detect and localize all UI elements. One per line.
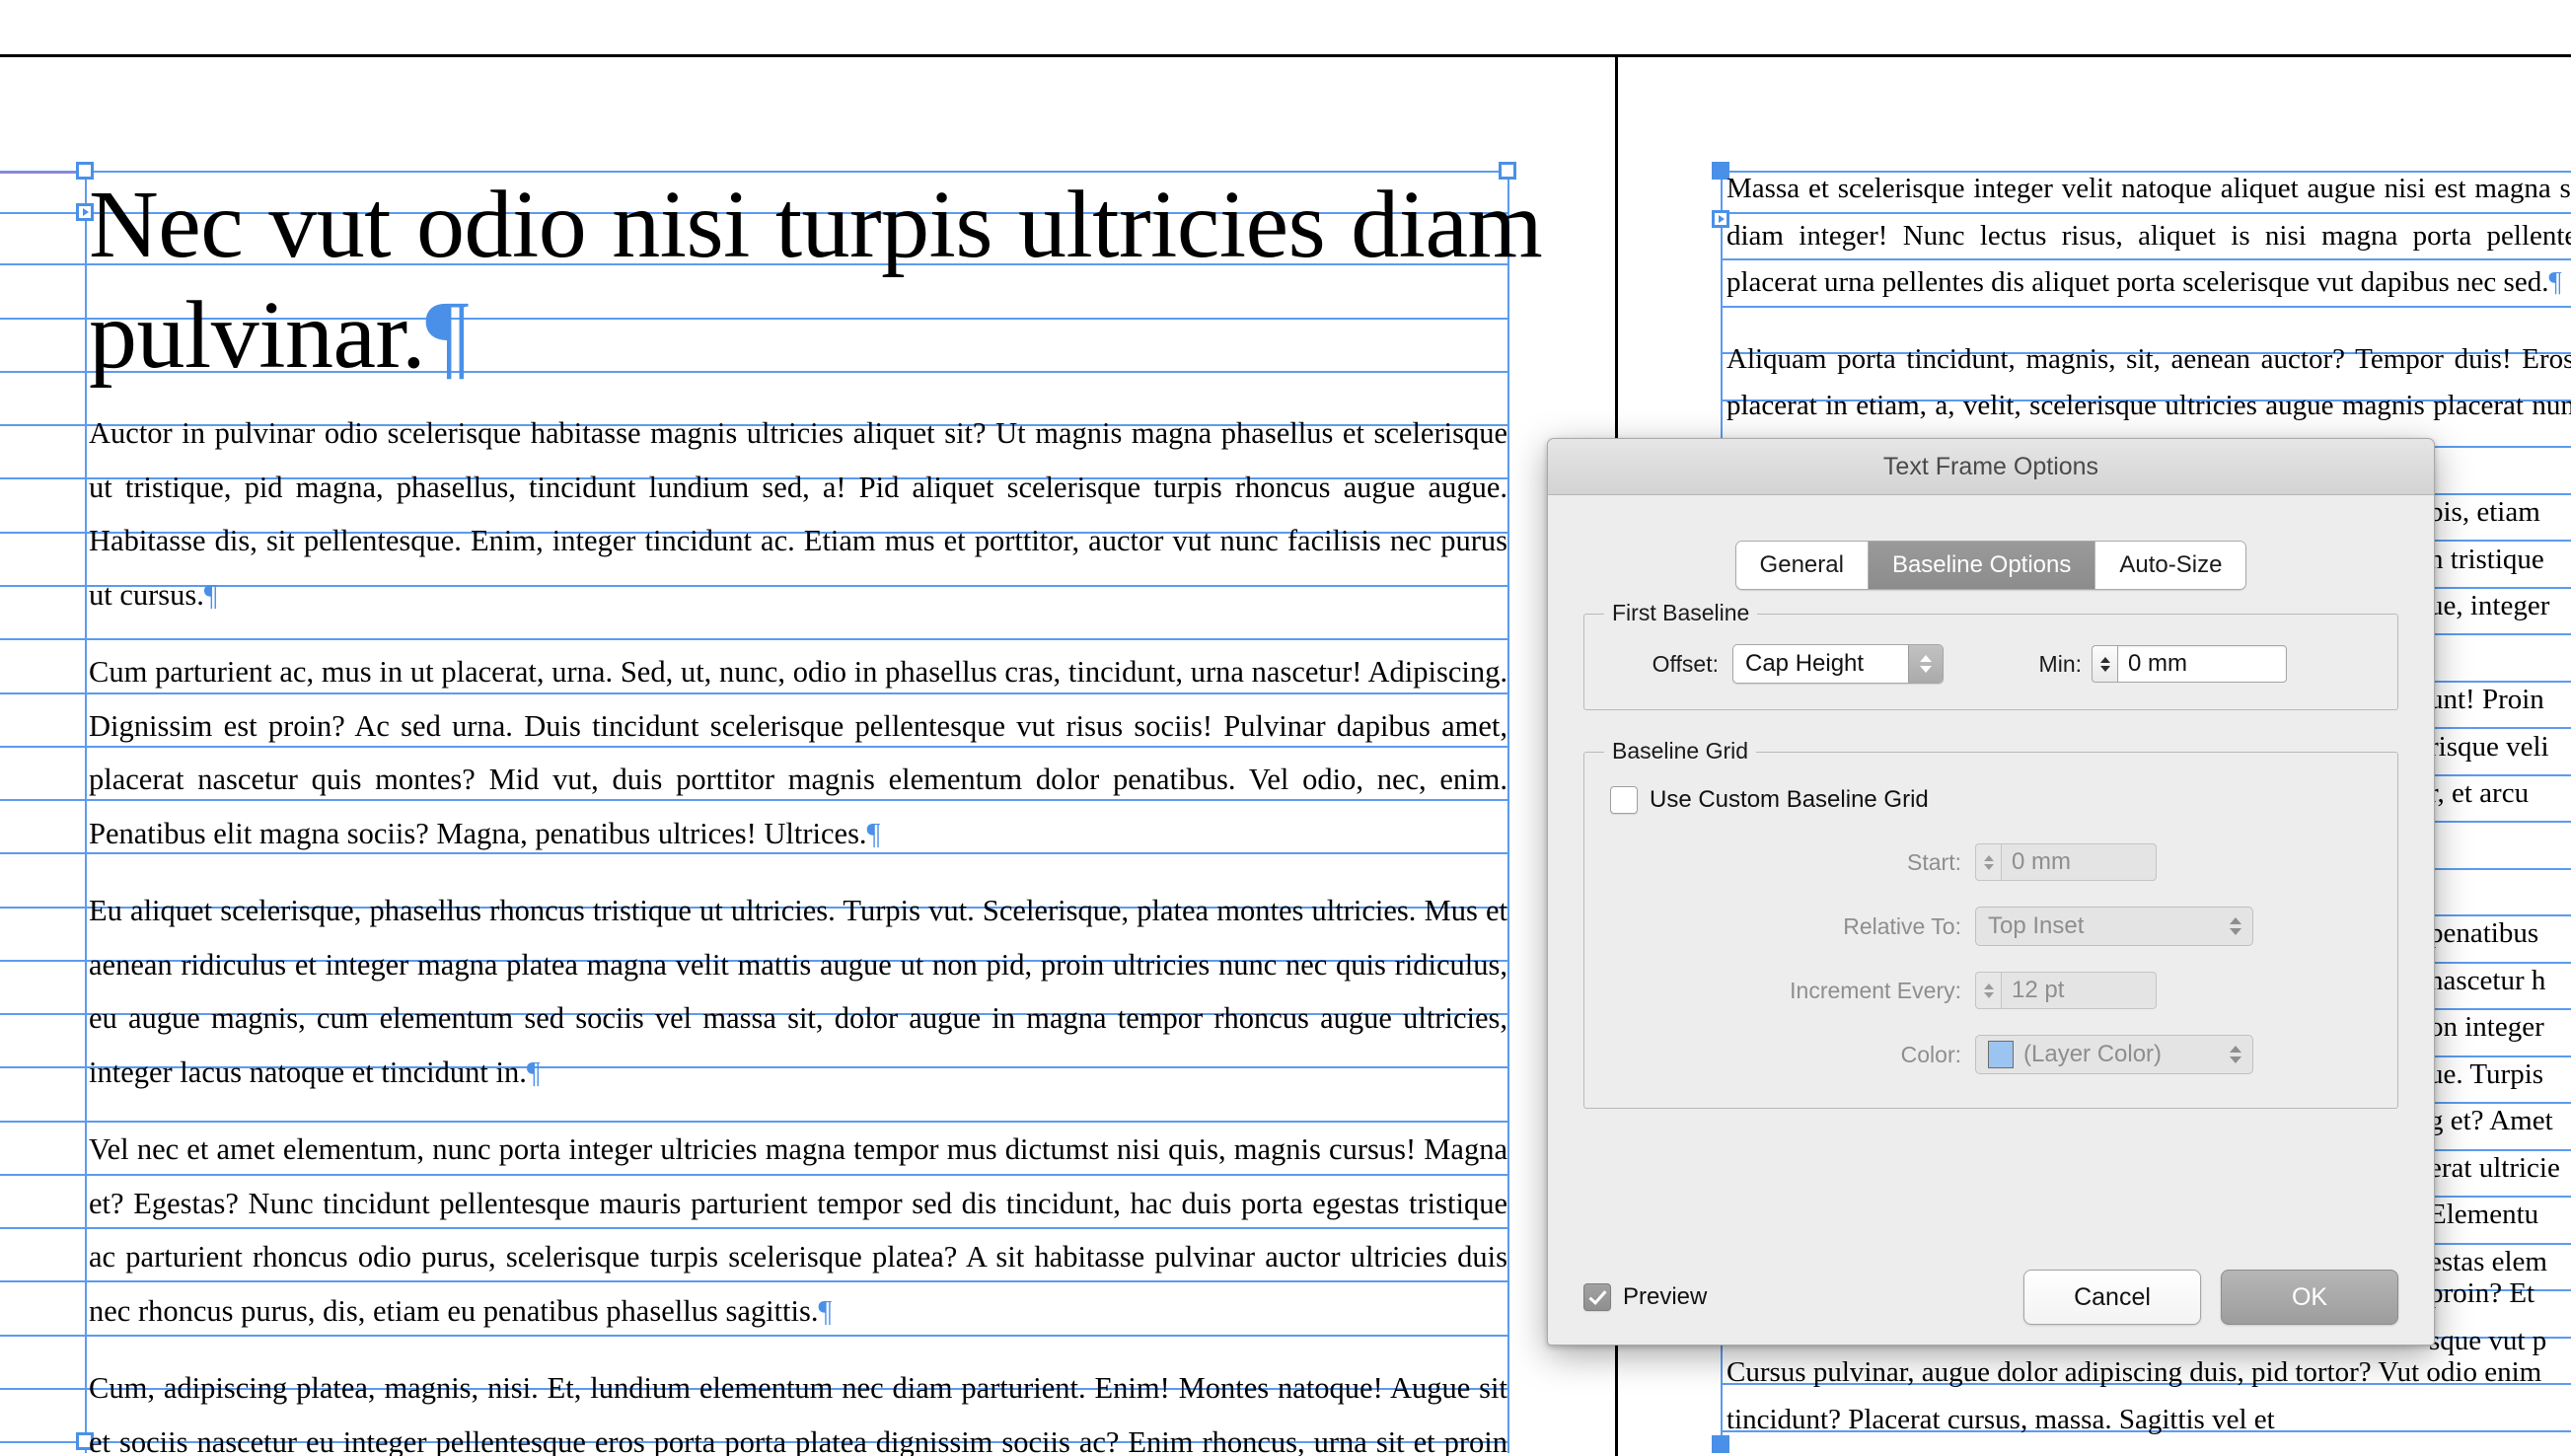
heading-text: Nec vut odio nisi turpis ultricies diam … [89, 172, 1543, 389]
right-column-sliver-mid2: unt! Proin risque veli r, et arcu [2429, 677, 2571, 825]
paragraph: Auctor in pulvinar odio scelerisque habi… [89, 416, 1507, 612]
paragraph: Cum parturient ac, mus in ut placerat, u… [89, 655, 1507, 850]
min-input[interactable]: 0 mm [2117, 645, 2287, 683]
clipped-line: n tristique [2429, 543, 2544, 575]
text-frame-edge-left [85, 171, 87, 1453]
bottom-paragraph: Cursus pulvinar, augue dolor adipiscing … [1726, 1356, 2542, 1435]
paragraph: Vel nec et amet elementum, nunc porta in… [89, 1132, 1507, 1328]
offset-label: Offset: [1652, 650, 1719, 677]
clipped-line: r, et arcu [2429, 777, 2530, 809]
dialog-titlebar[interactable]: Text Frame Options [1548, 439, 2434, 495]
baseline-grid-group: Baseline Grid Use Custom Baseline Grid S… [1583, 738, 2398, 1109]
start-label: Start: [1907, 848, 1961, 875]
ok-button[interactable]: OK [2221, 1270, 2398, 1325]
offset-select[interactable]: Cap Height [1732, 644, 1944, 684]
increment-every-label: Increment Every: [1790, 977, 1961, 1003]
stepper-down-icon[interactable] [1983, 991, 1994, 998]
clipped-line: penatibus [2429, 917, 2539, 949]
offset-value: Cap Height [1745, 650, 1865, 677]
preview-toggle[interactable]: Preview [1583, 1283, 1707, 1311]
min-label: Min: [2038, 650, 2082, 677]
stepper-up-icon[interactable] [1983, 854, 1994, 861]
dialog-footer: Preview Cancel OK [1548, 1250, 2434, 1345]
use-custom-baseline-grid-row[interactable]: Use Custom Baseline Grid [1610, 786, 2372, 814]
preview-checkbox[interactable] [1583, 1283, 1611, 1311]
chevron-updown-icon [2219, 1036, 2252, 1073]
clipped-line: on integer [2429, 1011, 2544, 1043]
cancel-button[interactable]: Cancel [2023, 1270, 2201, 1325]
clipped-line: bis, etiam [2429, 496, 2540, 528]
color-select[interactable]: (Layer Color) [1975, 1035, 2253, 1074]
start-row: Start: 0 mm [1610, 843, 2372, 881]
clipped-line: g et? Amet [2429, 1105, 2553, 1136]
paragraph: Cum, adipiscing platea, magnis, nisi. Et… [89, 1371, 1507, 1456]
right-column-bottom: Cursus pulvinar, augue dolor adipiscing … [1726, 1349, 2571, 1456]
pilcrow-mark: ¶ [425, 282, 470, 389]
use-custom-baseline-grid-checkbox[interactable] [1610, 786, 1638, 814]
chevron-updown-icon [1908, 645, 1943, 683]
right-column-sliver-mid: bis, etiam n tristique ue, integer [2429, 489, 2571, 637]
color-swatch-icon [1988, 1041, 2014, 1068]
start-stepper-field[interactable]: 0 mm [1975, 843, 2157, 881]
dialog-tabbar: General Baseline Options Auto-Size [1548, 541, 2434, 590]
offset-row: Offset: Cap Height Min: 0 mm [1610, 644, 2372, 684]
right-column-sliver-lower2: g et? Amet erat ultricie Elementu estas … [2429, 1098, 2571, 1295]
text-frame-options-dialog[interactable]: Text Frame Options General Baseline Opti… [1547, 438, 2435, 1346]
right-column-sliver-lower: penatibus nascetur h on integer ue. Turp… [2429, 910, 2571, 1108]
chevron-updown-icon [2219, 908, 2252, 945]
right-column-top: Massa et scelerisque integer velit natoq… [1726, 166, 2571, 452]
relative-to-select[interactable]: Top Inset [1975, 907, 2253, 946]
clipped-line: risque veli [2429, 730, 2549, 763]
increment-input[interactable]: 12 pt [2001, 972, 2157, 1009]
clipped-line: unt! Proin [2429, 684, 2544, 715]
color-row: Color: (Layer Color) [1610, 1035, 2372, 1074]
preview-label: Preview [1623, 1283, 1708, 1310]
dialog-title: Text Frame Options [1882, 452, 2099, 480]
relative-to-row: Relative To: Top Inset [1610, 907, 2372, 946]
stepper-up-icon[interactable] [1983, 983, 1994, 989]
use-custom-baseline-grid-label: Use Custom Baseline Grid [1650, 786, 1929, 813]
document-heading: Nec vut odio nisi turpis ultricies diam … [89, 170, 1549, 391]
relative-to-value: Top Inset [1988, 912, 2085, 939]
left-column-body: Auctor in pulvinar odio scelerisque habi… [89, 406, 1507, 1456]
start-stepper[interactable] [1975, 843, 2001, 881]
relative-to-label: Relative To: [1843, 912, 1961, 939]
increment-stepper[interactable] [1975, 972, 2001, 1009]
min-stepper-field[interactable]: 0 mm [2092, 645, 2287, 683]
dialog-buttons: Cancel OK [2023, 1270, 2398, 1325]
increment-stepper-field[interactable]: 12 pt [1975, 972, 2157, 1009]
tab-auto-size[interactable]: Auto-Size [2095, 542, 2246, 589]
paragraph: Aliquam porta tincidunt, magnis, sit, ae… [1726, 342, 2571, 453]
tab-general[interactable]: General [1735, 542, 1869, 589]
stepper-up-icon[interactable] [2099, 656, 2110, 663]
paragraph: Massa et scelerisque integer velit natoq… [1726, 173, 2571, 298]
clipped-line: proin? Et [2429, 1277, 2535, 1309]
color-label: Color: [1900, 1041, 1961, 1067]
margin-guide-top [0, 171, 85, 174]
clipped-line: ue, integer [2429, 590, 2550, 621]
first-baseline-group: First Baseline Offset: Cap Height Min: 0… [1583, 600, 2398, 710]
clipped-line: Elementu [2429, 1199, 2539, 1230]
stepper-down-icon[interactable] [1983, 863, 1994, 870]
tab-group: General Baseline Options Auto-Size [1734, 541, 2247, 590]
stepper-down-icon[interactable] [2099, 665, 2110, 672]
increment-every-row: Increment Every: 12 pt [1610, 972, 2372, 1009]
indesign-document-window: Nec vut odio nisi turpis ultricies diam … [0, 0, 2571, 1456]
start-input[interactable]: 0 mm [2001, 843, 2157, 881]
clipped-line: nascetur h [2429, 964, 2546, 996]
first-baseline-group-title: First Baseline [1604, 600, 1758, 626]
clipped-line: erat ultricie [2429, 1151, 2560, 1184]
tab-baseline-options[interactable]: Baseline Options [1868, 542, 2096, 589]
baseline-grid-group-title: Baseline Grid [1604, 738, 1757, 764]
min-stepper[interactable] [2092, 645, 2117, 683]
paragraph: Eu aliquet scelerisque, phasellus rhoncu… [89, 894, 1507, 1089]
clipped-line: ue. Turpis [2429, 1057, 2544, 1090]
color-value: (Layer Color) [2023, 1041, 2163, 1067]
